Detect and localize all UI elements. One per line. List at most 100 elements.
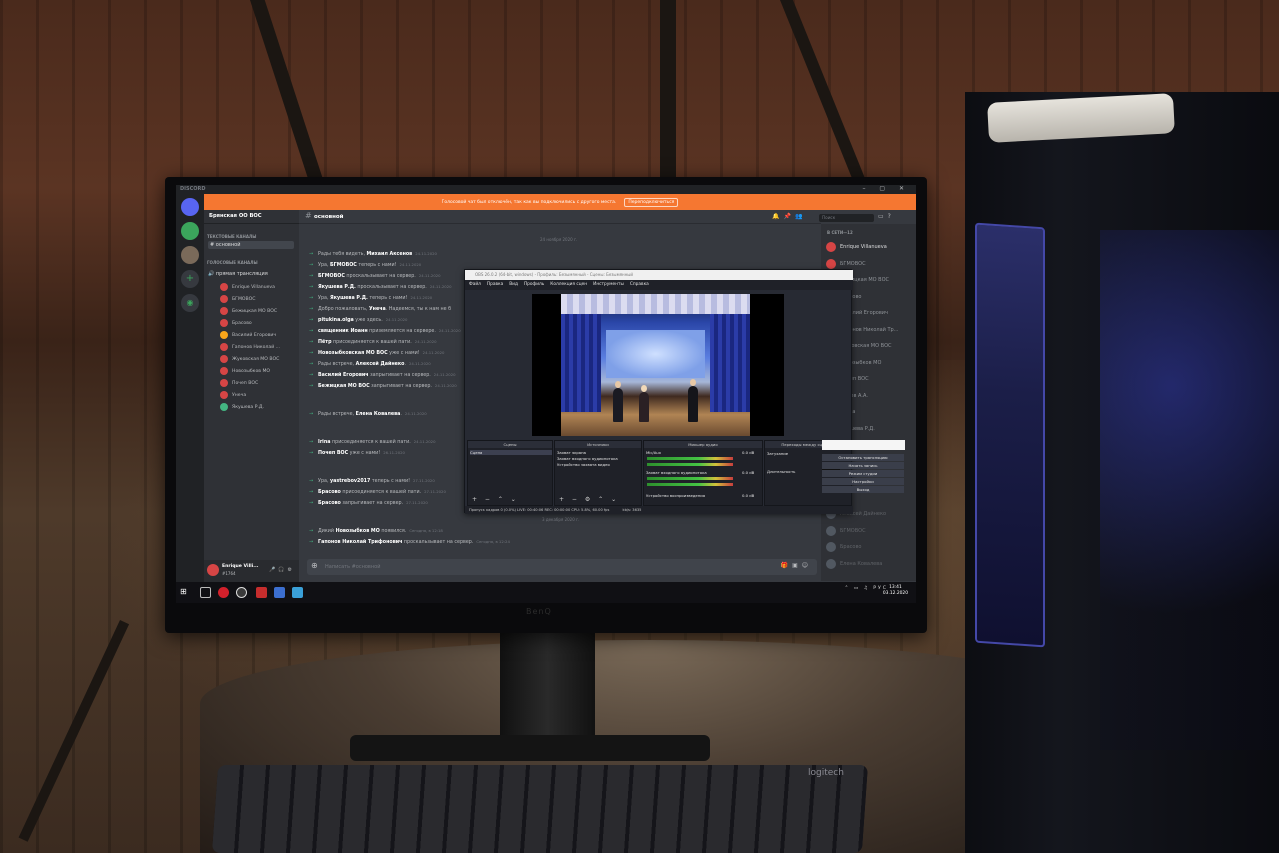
app-icon[interactable] xyxy=(256,587,267,598)
app-icon[interactable] xyxy=(274,587,285,598)
message-username[interactable]: Якушева Р.Д. xyxy=(318,285,356,290)
message-username[interactable]: БГМОВОС xyxy=(330,263,357,268)
message-username[interactable]: Василий Егорович xyxy=(318,373,369,378)
server-icon-1[interactable] xyxy=(181,222,199,240)
voice-user[interactable]: Новозыбков МО xyxy=(220,367,270,375)
volume-slider[interactable] xyxy=(647,483,733,486)
app-icon[interactable] xyxy=(292,587,303,598)
message-username[interactable]: Унеча xyxy=(369,307,386,312)
bell-pin-members-icons[interactable]: 🔔📌👥 xyxy=(772,213,806,220)
obs-preview[interactable] xyxy=(532,294,784,436)
source-controls[interactable]: + − ⚙ ⌃ ⌄ xyxy=(559,496,619,503)
message-username[interactable]: pitukina.olga xyxy=(318,318,354,323)
inbox-help-icons[interactable]: ▭? xyxy=(878,213,895,220)
transition-type[interactable]: Затухание xyxy=(767,451,788,456)
message-text: проскальзывает на сервер. xyxy=(402,540,474,545)
window-controls[interactable]: – ▢ ✕ xyxy=(862,185,910,192)
voice-user[interactable]: Василий Егорович xyxy=(220,331,276,339)
message-username[interactable]: yastrebov2017 xyxy=(330,479,370,484)
voice-user[interactable]: Бежицкая МО ВОС xyxy=(220,307,277,315)
message-username[interactable]: Бежицкая МО ВОС xyxy=(318,384,370,389)
message-text: запрыгивает на сервер. xyxy=(369,384,432,389)
voice-user[interactable]: Почеп ВОС xyxy=(220,379,258,387)
search-input[interactable]: Поиск xyxy=(819,214,874,222)
menu-file[interactable]: Файл xyxy=(469,282,481,288)
tray-icons[interactable]: ⌃ ▭ ♫ xyxy=(845,586,874,591)
message-username[interactable]: Irina xyxy=(318,440,330,445)
avatar xyxy=(220,391,228,399)
channel-osnovnoy[interactable]: # основной xyxy=(208,241,294,249)
menu-profile[interactable]: Профиль xyxy=(524,282,544,288)
obs-status-bar: Пропуск кадров 0 (0.0%) LIVE: 00:40:06 R… xyxy=(465,506,853,514)
menu-help[interactable]: Справка xyxy=(630,282,649,288)
source-item[interactable]: Захват входного аудиопотока xyxy=(557,456,618,461)
message-text: запрыгивает на сервер. xyxy=(368,373,431,378)
member-item-offline[interactable]: Елена Ковалева xyxy=(826,558,882,569)
message-username[interactable]: Елена Ковалева xyxy=(356,412,401,417)
voice-user[interactable]: БГМОВОС xyxy=(220,295,256,303)
voice-user[interactable]: Жуковская МО ВОС xyxy=(220,355,279,363)
opera-icon[interactable] xyxy=(218,587,229,598)
server-icon-2[interactable] xyxy=(181,246,199,264)
voice-user[interactable]: Якушева Р.Д. xyxy=(220,403,264,411)
message-username[interactable]: священник Иоанн xyxy=(318,329,368,334)
windows-start-icon[interactable]: ⊞ xyxy=(180,587,191,598)
message-username[interactable]: Пётр xyxy=(318,340,331,345)
gift-gif-emoji-icons[interactable]: 🎁▣☺ xyxy=(781,562,812,569)
task-view-icon[interactable] xyxy=(200,587,211,598)
message-username[interactable]: Новозыбковская МО ВОС xyxy=(318,351,388,356)
message-username[interactable]: БГМОВОС xyxy=(318,274,345,279)
message-username[interactable]: Брасово xyxy=(318,490,341,495)
server-name[interactable]: Брянская ОО ВОС xyxy=(209,213,262,219)
start-recording-button[interactable]: Начать запись xyxy=(822,462,904,469)
message-username[interactable]: Почеп ВОС xyxy=(318,451,348,456)
voice-user[interactable]: Гапонов Николай ... xyxy=(220,343,280,351)
message-input[interactable]: ⊕ Написать #основной 🎁▣☺ xyxy=(307,559,817,575)
add-server-icon[interactable]: + xyxy=(181,270,199,288)
system-tray[interactable]: ⌃ ▭ ♫ РУС xyxy=(845,586,888,591)
monitor-stand xyxy=(500,630,595,740)
message-username[interactable]: Новозыбков МО xyxy=(336,529,380,534)
avatar[interactable] xyxy=(207,564,219,576)
studio-mode-button[interactable]: Режим студии xyxy=(822,470,904,477)
source-item[interactable]: Устройство захвата видео xyxy=(557,462,610,467)
join-arrow-icon: → xyxy=(309,252,314,257)
mic-headset-settings-icons[interactable]: 🎤🎧⚙ xyxy=(269,567,295,573)
stop-stream-button[interactable]: Остановить трансляцию xyxy=(822,454,904,461)
member-item-offline[interactable]: БГМОВОС xyxy=(826,525,866,536)
menu-tools[interactable]: Инструменты xyxy=(593,282,624,288)
member-item[interactable]: Enrique Villanueva xyxy=(826,242,887,252)
menu-view[interactable]: Вид xyxy=(509,282,518,288)
voice-channel[interactable]: 🔊 прямая трансляция xyxy=(208,271,268,277)
voice-channels-category[interactable]: ГОЛОСОВЫЕ КАНАЛЫ xyxy=(207,260,258,265)
message-username[interactable]: Алексей Дайнеко xyxy=(356,362,405,367)
message-username[interactable]: Брасово xyxy=(318,501,341,506)
volume-slider[interactable] xyxy=(647,463,733,466)
message-username[interactable]: Гапонов Николай Трифонович xyxy=(318,540,402,545)
member-name: Брасово xyxy=(840,544,862,550)
message-username[interactable]: Михаил Аксенов xyxy=(367,252,413,257)
plus-icon[interactable]: ⊕ xyxy=(311,561,318,570)
menu-edit[interactable]: Правка xyxy=(487,282,503,288)
reconnect-button[interactable]: Переподключиться xyxy=(624,197,679,207)
text-channels-category[interactable]: ТЕКСТОВЫЕ КАНАЛЫ xyxy=(207,234,256,239)
exit-button[interactable]: Выход xyxy=(822,486,904,493)
settings-button[interactable]: Настройки xyxy=(822,478,904,485)
scene-item[interactable]: Сцена xyxy=(470,450,552,455)
source-item[interactable]: Захват экрана xyxy=(557,450,586,455)
explore-servers-icon[interactable]: ◉ xyxy=(181,294,199,312)
message-username[interactable]: Якушева Р.Д. xyxy=(330,296,368,301)
voice-user[interactable]: Enrique Villanueva xyxy=(220,283,275,291)
message-text: Рады тебя видеть, xyxy=(318,252,367,257)
scene-controls[interactable]: + − ⌃ ⌄ xyxy=(472,496,519,503)
discord-home-icon[interactable] xyxy=(181,198,199,216)
voice-user[interactable]: Брасово xyxy=(220,319,252,327)
member-item-offline[interactable]: Брасово xyxy=(826,542,861,552)
scenes-header: Сцены xyxy=(468,441,552,448)
channel-sidebar: Брянская ОО ВОС ТЕКСТОВЫЕ КАНАЛЫ # основ… xyxy=(204,210,299,560)
menu-scene-collection[interactable]: Коллекция сцен xyxy=(550,282,587,288)
voice-user[interactable]: Унеча xyxy=(220,391,246,399)
clock[interactable]: 13:41 03.12.2020 xyxy=(883,585,908,597)
member-item[interactable]: БГМОВОС xyxy=(826,258,866,269)
obs-taskbar-icon[interactable] xyxy=(236,587,247,598)
